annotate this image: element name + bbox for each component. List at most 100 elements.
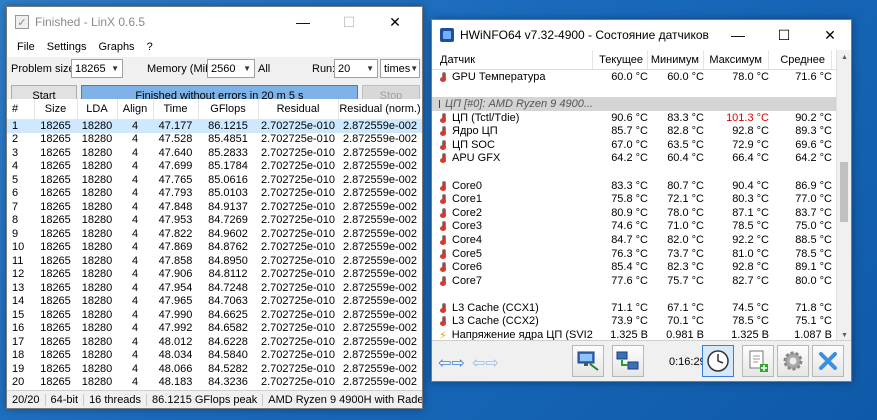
table-cell: 2.702725e-010 xyxy=(260,254,335,267)
sensor-row[interactable]: Core0 83.3 °C 80.7 °C 90.4 °C 86.9 °C xyxy=(432,179,838,193)
sensor-name: Core4 xyxy=(452,233,482,246)
col-current[interactable]: Текущее xyxy=(593,50,648,69)
sensor-row[interactable]: L3 Cache (CCX1) 71.1 °C 67.1 °C 74.5 °C 71.8… xyxy=(432,301,838,315)
sensor-row[interactable]: APU GFX 64.2 °C 60.4 °C 66.4 °C 64.2 °C xyxy=(432,152,838,166)
col-min[interactable]: Минимум xyxy=(648,50,704,69)
table-row[interactable]: 16 18265 18280 4 47.992 84.6582 2.702725e-010 2… xyxy=(7,322,422,336)
column-header[interactable]: Residual xyxy=(258,99,339,120)
sensor-row[interactable]: Core7 77.6 °C 75.7 °C 82.7 °C 80.0 °C xyxy=(432,274,838,288)
close-icon[interactable]: ✕ xyxy=(807,20,851,50)
sensor-row[interactable]: Core6 85.4 °C 82.3 °C 92.8 °C 89.1 °C xyxy=(432,260,838,274)
sensor-row[interactable]: Core5 76.3 °C 73.7 °C 81.0 °C 78.5 °C xyxy=(432,247,838,261)
menu-graphs[interactable]: Graphs xyxy=(92,41,140,53)
settings-button[interactable] xyxy=(777,345,809,377)
sensor-page-arrows-icon[interactable]: ⇦⇨ xyxy=(472,353,499,373)
table-cell: 4 xyxy=(131,362,139,375)
linx-window: ✓ Finished - LinX 0.6.5 — ☐ ✕ File Setti… xyxy=(6,6,423,409)
column-header[interactable]: Residual (norm.) xyxy=(338,99,422,120)
sensor-row[interactable]: L3 Cache (CCX2) 73.9 °C 70.1 °C 78.5 °C 75.1… xyxy=(432,315,838,329)
sensor-row[interactable]: Core4 84.7 °C 82.0 °C 92.2 °C 88.5 °C xyxy=(432,233,838,247)
scroll-thumb[interactable] xyxy=(840,162,848,222)
maximize-icon[interactable]: ☐ xyxy=(761,20,807,50)
sensor-name-cell: Core7 xyxy=(432,275,593,287)
table-row[interactable]: 14 18265 18280 4 47.965 84.7063 2.702725e-010 2… xyxy=(7,295,422,309)
table-row[interactable]: 18 18265 18280 4 48.034 84.5840 2.702725e-010 2… xyxy=(7,349,422,363)
table-row[interactable]: 5 18265 18280 4 47.765 85.0616 2.702725e-010 2.… xyxy=(7,174,422,188)
thermometer-icon xyxy=(440,194,446,205)
minimize-icon[interactable]: — xyxy=(280,7,326,37)
table-row[interactable]: 6 18265 18280 4 47.793 85.0103 2.702725e-010 2.… xyxy=(7,187,422,201)
table-cell: 2.702725e-010 xyxy=(260,376,335,388)
sensor-row[interactable]: GPU Температура 60.0 °C 60.0 °C 78.0 °C 71.6… xyxy=(432,70,838,84)
report-add-icon xyxy=(749,350,768,372)
table-cell: 2.872559e-002 xyxy=(342,322,417,334)
col-avg[interactable]: Среднее xyxy=(769,50,832,69)
column-header[interactable]: Size xyxy=(34,99,78,120)
problem-size-combo[interactable]: 18265 ▼ xyxy=(71,59,123,78)
network-monitor-button[interactable] xyxy=(572,345,604,377)
table-row[interactable]: 1 18265 18280 4 47.177 86.1215 2.702725e-010 2.… xyxy=(7,119,422,133)
sensor-row[interactable]: ЦП SOC 67.0 °C 63.5 °C 72.9 °C 69.6 °C xyxy=(432,138,838,152)
scroll-up-icon[interactable]: ▲ xyxy=(837,50,851,64)
column-header[interactable]: # xyxy=(7,99,35,120)
sensor-row[interactable]: ЦП (Tctl/Tdie) 90.6 °C 83.3 °C 101.3 °C 90.2… xyxy=(432,111,838,125)
table-row[interactable]: 3 18265 18280 4 47.640 85.2833 2.702725e-010 2.… xyxy=(7,147,422,161)
table-cell: 18265 xyxy=(40,160,71,172)
memory-combo[interactable]: 2560 ▼ xyxy=(207,59,255,78)
column-header[interactable]: LDA xyxy=(77,99,118,120)
menu-file[interactable]: File xyxy=(11,41,41,53)
vertical-scrollbar[interactable]: ▲ ▼ xyxy=(836,50,851,342)
table-cell: 4 xyxy=(131,173,139,186)
table-cell: 18280 xyxy=(81,322,113,334)
table-row[interactable]: 20 18265 18280 4 48.183 84.3236 2.702725e-010 2… xyxy=(7,376,422,390)
table-row[interactable]: 10 18265 18280 4 47.869 84.8762 2.702725e-010 2… xyxy=(7,241,422,255)
sensor-row[interactable]: Core3 74.6 °C 71.0 °C 78.5 °C 75.0 °C xyxy=(432,220,838,234)
table-cell: 2.872559e-002 xyxy=(342,200,417,213)
table-row[interactable]: 15 18265 18280 4 47.990 84.6625 2.702725e-010 2… xyxy=(7,309,422,323)
column-header[interactable]: Time xyxy=(153,99,199,120)
menu-settings[interactable]: Settings xyxy=(41,41,93,53)
table-row[interactable]: 19 18265 18280 4 48.066 84.5282 2.702725e-010 2… xyxy=(7,363,422,377)
table-cell: 18265 xyxy=(40,227,71,240)
clock-reset-button[interactable] xyxy=(702,345,734,377)
prev-next-arrows-icon[interactable]: ⇦⇨ xyxy=(438,353,465,373)
close-sensors-button[interactable] xyxy=(812,345,844,377)
minimize-icon[interactable]: — xyxy=(715,20,761,50)
menu-help[interactable]: ? xyxy=(141,41,159,53)
table-row[interactable]: 11 18265 18280 4 47.858 84.8950 2.702725e-010 2… xyxy=(7,255,422,269)
sensor-row[interactable]: Core1 75.8 °C 72.1 °C 80.3 °C 77.0 °C xyxy=(432,192,838,206)
run-unit-combo[interactable]: times ▼ xyxy=(380,59,420,78)
report-button[interactable] xyxy=(742,345,774,377)
table-row[interactable]: 17 18265 18280 4 48.012 84.6228 2.702725e-010 2… xyxy=(7,336,422,350)
sensor-current: 67.0 °C xyxy=(611,138,648,151)
all-label[interactable]: All xyxy=(258,63,270,75)
close-icon[interactable]: ✕ xyxy=(372,7,418,37)
table-row[interactable]: 8 18265 18280 4 47.953 84.7269 2.702725e-010 2.… xyxy=(7,214,422,228)
sensor-min: 60.0 °C xyxy=(667,70,704,83)
column-header[interactable]: Align xyxy=(117,99,154,120)
table-row[interactable]: 2 18265 18280 4 47.528 85.4851 2.702725e-010 2.… xyxy=(7,133,422,147)
table-row[interactable]: 9 18265 18280 4 47.822 84.9602 2.702725e-010 2.… xyxy=(7,228,422,242)
table-row[interactable]: 7 18265 18280 4 47.848 84.9137 2.702725e-010 2.… xyxy=(7,201,422,215)
col-max[interactable]: Максимум xyxy=(704,50,769,69)
hwinfo-titlebar[interactable]: HWiNFO64 v7.32-4900 - Состояние датчиков… xyxy=(432,20,851,50)
sensor-row[interactable]: Ядро ЦП 85.7 °C 82.8 °C 92.8 °C 89.3 °C xyxy=(432,124,838,138)
table-cell: 4 xyxy=(131,376,139,388)
chevron-down-icon: ▼ xyxy=(243,64,251,73)
sensor-group-row[interactable]: ЦП [#0]: AMD Ryzen 9 4900... xyxy=(432,97,838,111)
table-row[interactable]: 13 18265 18280 4 47.954 84.7248 2.702725e-010 2… xyxy=(7,282,422,296)
column-header[interactable]: GFlops xyxy=(198,99,259,120)
table-cell: 20 xyxy=(12,376,25,388)
run-count-combo[interactable]: 20 ▼ xyxy=(334,59,378,78)
network-share-button[interactable] xyxy=(612,345,644,377)
table-cell: 4 xyxy=(131,268,139,280)
monitor-network-icon xyxy=(577,351,599,371)
table-row[interactable]: 4 18265 18280 4 47.699 85.1784 2.702725e-010 2.… xyxy=(7,160,422,174)
table-cell: 86.1215 xyxy=(198,119,258,133)
sensor-row[interactable]: Core2 80.9 °C 78.0 °C 87.1 °C 83.7 °C xyxy=(432,206,838,220)
table-row[interactable]: 12 18265 18280 4 47.906 84.8112 2.702725e-010 2… xyxy=(7,268,422,282)
status-field: 20/20 xyxy=(7,393,46,406)
linx-titlebar[interactable]: ✓ Finished - LinX 0.6.5 — ☐ ✕ xyxy=(7,7,422,37)
sensor-min: 63.5 °C xyxy=(667,138,704,151)
col-sensor[interactable]: Датчик xyxy=(432,50,593,69)
